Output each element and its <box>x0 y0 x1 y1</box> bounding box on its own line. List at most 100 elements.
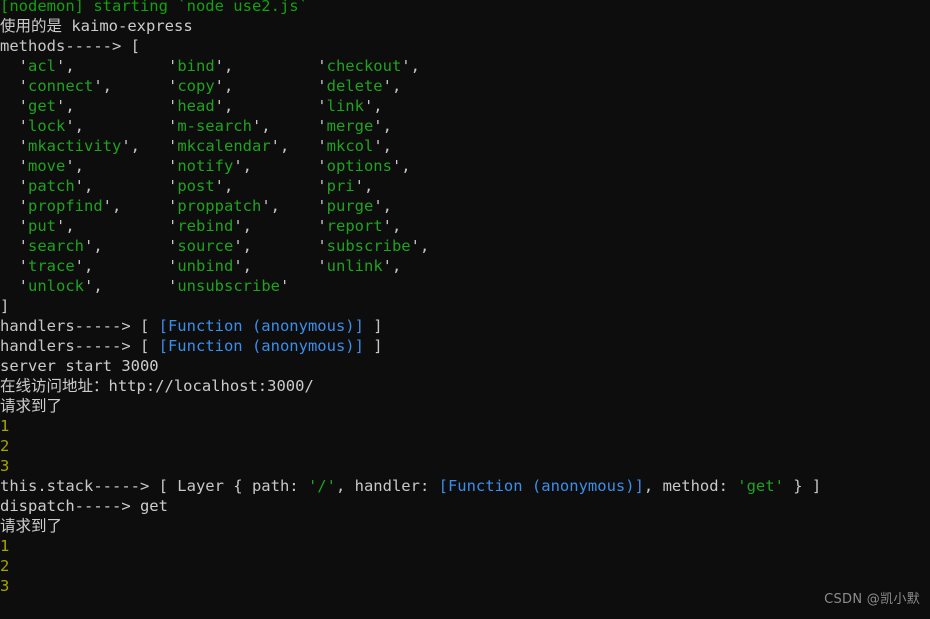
terminal-text-run: ', ' <box>56 217 178 235</box>
terminal-text-run: pri <box>326 177 355 195</box>
terminal-text-run: ' <box>0 57 28 75</box>
terminal-text-run: , method: <box>643 477 738 495</box>
terminal-text-run: 3 <box>0 457 10 475</box>
terminal-line: 'acl', 'bind', 'checkout', <box>0 56 930 76</box>
terminal-line: ] <box>0 296 930 316</box>
terminal-text-run: merge <box>326 117 374 135</box>
terminal-text-run: ', ' <box>233 157 327 175</box>
terminal-line: 'patch', 'post', 'pri', <box>0 176 930 196</box>
terminal-text-run: search <box>28 237 84 255</box>
terminal-text-run: } ] <box>783 477 822 495</box>
terminal-line: 'lock', 'm-search', 'merge', <box>0 116 930 136</box>
terminal-text-run: ', ' <box>214 97 327 115</box>
terminal-text-run: ', <box>382 257 402 275</box>
terminal-text-run: link <box>326 97 364 115</box>
terminal-text-run: 1 <box>0 417 10 435</box>
terminal-text-run: put <box>28 217 56 235</box>
terminal-text-run: 在线访问地址：http://localhost:3000/ <box>0 377 314 395</box>
terminal-line: handlers-----> [ [Function (anonymous)] … <box>0 316 930 336</box>
terminal-text-run: handlers-----> [ <box>0 337 159 355</box>
terminal-text-run: m-search <box>177 117 252 135</box>
terminal-text-run: handlers-----> [ <box>0 317 159 335</box>
terminal-text-run: ] <box>363 317 383 335</box>
terminal-text-run: ', <box>363 97 383 115</box>
terminal-text-run: ', <box>373 117 392 135</box>
terminal-text-run: ', ' <box>251 117 327 135</box>
terminal-text-run: ', ' <box>270 137 327 155</box>
terminal-window[interactable]: [nodemon] starting `node use2.js` 使用的是 ka… <box>0 0 930 619</box>
terminal-text-run: mkactivity <box>28 137 122 155</box>
terminal-line: dispatch-----> get <box>0 496 930 516</box>
terminal-text-run: ' <box>0 237 28 255</box>
terminal-text-run: ' <box>0 117 28 135</box>
terminal-text-run: head <box>177 97 215 115</box>
terminal-line: 'get', 'head', 'link', <box>0 96 930 116</box>
terminal-line: 'unlock', 'unsubscribe' <box>0 276 930 296</box>
terminal-text-run: bind <box>177 57 215 75</box>
terminal-text-run: server start 3000 <box>0 357 159 375</box>
terminal-text-run: ', ' <box>214 57 327 75</box>
terminal-text-run: 'get' <box>737 477 784 495</box>
terminal-text-run: mkcol <box>326 137 374 155</box>
terminal-text-run: connect <box>28 77 94 95</box>
terminal-text-run: ', ' <box>233 217 327 235</box>
terminal-text-run: ' <box>0 277 28 295</box>
terminal-text-run: proppatch <box>177 197 262 215</box>
terminal-text-run: ', <box>410 237 430 255</box>
terminal-text-run: 请求到了 <box>0 397 63 415</box>
terminal-line: 使用的是 kaimo-express <box>0 16 930 36</box>
terminal-text-run: [Function (anonymous)] <box>158 317 364 335</box>
terminal-text-run: ' <box>0 177 28 195</box>
terminal-text-run: ' <box>0 257 28 275</box>
terminal-text-run: ', <box>382 77 402 95</box>
terminal-text-run: options <box>326 157 392 175</box>
terminal-text-run: ', ' <box>102 197 178 215</box>
terminal-text-run: ', ' <box>56 57 178 75</box>
terminal-line: 2 <box>0 556 930 576</box>
terminal-line: 在线访问地址：http://localhost:3000/ <box>0 376 930 396</box>
terminal-text-run: ' <box>0 217 28 235</box>
terminal-text-run: ' <box>279 277 290 295</box>
terminal-text-run: patch <box>28 177 75 195</box>
terminal-text-run: trace <box>28 257 75 275</box>
terminal-line: 'propfind', 'proppatch', 'purge', <box>0 196 930 216</box>
terminal-text-run: ', ' <box>214 177 327 195</box>
terminal-text-run: ] <box>363 337 383 355</box>
terminal-text-run: ', ' <box>65 157 178 175</box>
terminal-line: 3 <box>0 456 930 476</box>
terminal-line: this.stack-----> [ Layer { path: '/', ha… <box>0 476 930 496</box>
terminal-output: [nodemon] starting `node use2.js` 使用的是 ka… <box>0 0 930 596</box>
terminal-text-run: ' <box>0 97 28 115</box>
terminal-text-run: ', <box>391 157 411 175</box>
terminal-text-run: ', <box>373 137 392 155</box>
terminal-line: 'put', 'rebind', 'report', <box>0 216 930 236</box>
terminal-text-run: acl <box>28 57 56 75</box>
terminal-text-run: mkcalendar <box>177 137 271 155</box>
terminal-text-run: ', ' <box>121 137 178 155</box>
terminal-text-run: delete <box>326 77 383 95</box>
terminal-line: 3 <box>0 576 930 596</box>
terminal-text-run: ', ' <box>261 197 327 215</box>
terminal-text-run: get <box>28 97 56 115</box>
terminal-text-run: ', <box>401 57 420 75</box>
terminal-text-run: [Function (anonymous)] <box>158 337 364 355</box>
terminal-text-run: checkout <box>326 57 402 75</box>
terminal-text-run: 2 <box>0 557 10 575</box>
terminal-text-run: ', ' <box>233 237 327 255</box>
terminal-line: 1 <box>0 416 930 436</box>
terminal-text-run: ' <box>0 77 28 95</box>
csdn-watermark: CSDN @凯小默 <box>824 592 920 607</box>
terminal-line: [nodemon] starting `node use2.js` <box>0 0 930 16</box>
terminal-text-run: ', ' <box>56 97 178 115</box>
terminal-text-run: ', ' <box>93 77 178 95</box>
terminal-text-run: unlink <box>326 257 383 275</box>
terminal-line: 2 <box>0 436 930 456</box>
terminal-text-run: unlock <box>28 277 84 295</box>
terminal-line: 'connect', 'copy', 'delete', <box>0 76 930 96</box>
terminal-text-run: rebind <box>177 217 234 235</box>
terminal-line: 'trace', 'unbind', 'unlink', <box>0 256 930 276</box>
terminal-line: 1 <box>0 536 930 556</box>
terminal-text-run: ', ' <box>233 257 327 275</box>
terminal-line: 'mkactivity', 'mkcalendar', 'mkcol', <box>0 136 930 156</box>
terminal-text-run: subscribe <box>326 237 411 255</box>
